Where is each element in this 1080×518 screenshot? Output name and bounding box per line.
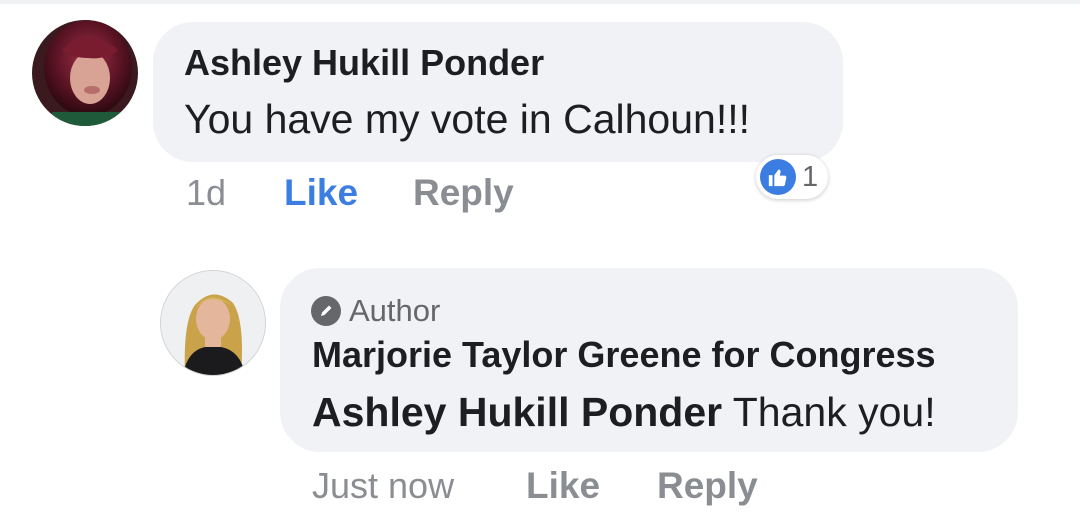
- author-badge-label: Author: [349, 293, 441, 328]
- reply-author-avatar[interactable]: [160, 270, 266, 376]
- reply-timestamp[interactable]: Just now: [312, 465, 454, 507]
- comment-author-name[interactable]: Ashley Hukill Ponder: [184, 42, 544, 84]
- thumbs-up-icon: [760, 159, 796, 195]
- top-divider: [0, 0, 1080, 4]
- reply-message: Thank you!: [722, 389, 936, 435]
- reaction-summary[interactable]: 1: [756, 155, 829, 199]
- reply-reply-button[interactable]: Reply: [657, 465, 758, 507]
- reaction-count: 1: [802, 160, 819, 193]
- like-button[interactable]: Like: [284, 172, 358, 214]
- commenter-avatar[interactable]: [32, 20, 138, 126]
- author-badge: Author: [311, 293, 440, 329]
- reply-button[interactable]: Reply: [413, 172, 514, 214]
- reply-text: Ashley Hukill Ponder Thank you!: [312, 389, 936, 436]
- reply-like-button[interactable]: Like: [526, 465, 600, 507]
- reply-author-name[interactable]: Marjorie Taylor Greene for Congress: [312, 334, 936, 376]
- mention-link[interactable]: Ashley Hukill Ponder: [312, 389, 722, 435]
- pencil-icon: [311, 296, 341, 326]
- comment-text: You have my vote in Calhoun!!!: [184, 96, 751, 142]
- comment-timestamp[interactable]: 1d: [186, 172, 226, 214]
